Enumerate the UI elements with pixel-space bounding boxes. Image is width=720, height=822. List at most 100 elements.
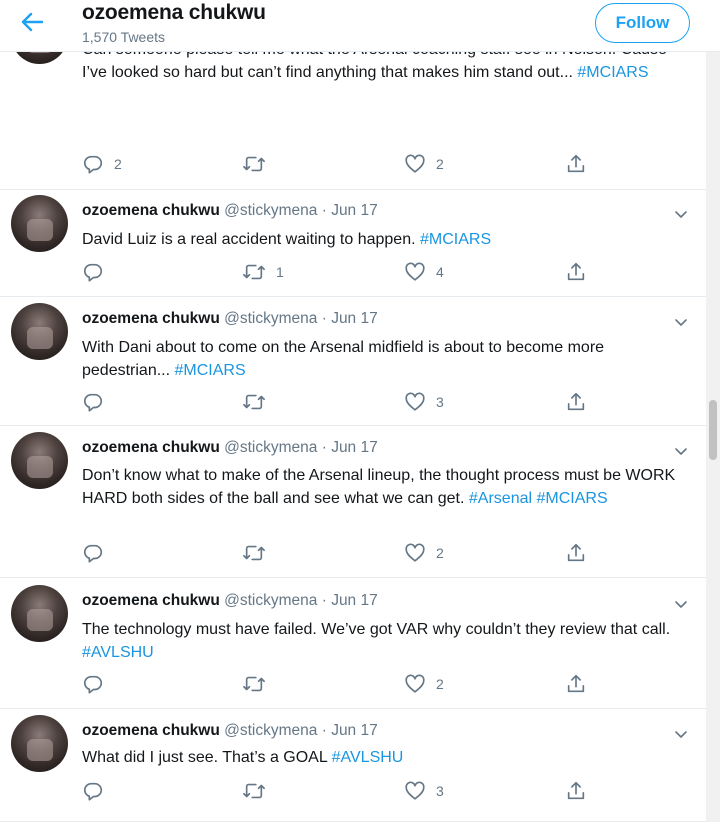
share-button[interactable] xyxy=(565,541,587,565)
hashtag-link[interactable]: #MCIARS xyxy=(577,64,648,81)
like-count: 2 xyxy=(436,156,444,172)
like-button[interactable]: 2 xyxy=(404,541,444,565)
retweet-button[interactable] xyxy=(242,779,276,803)
hashtag-link[interactable]: #AVLSHU xyxy=(332,749,404,766)
reply-button[interactable] xyxy=(82,779,114,803)
avatar[interactable] xyxy=(11,715,68,772)
tweet-item[interactable]: ozoemena chukwu @stickymena · Jun 17 With… xyxy=(0,297,706,426)
tweet-item[interactable]: ozoemena chukwu @stickymena · Jun 17 The … xyxy=(0,578,706,709)
heart-icon xyxy=(404,391,426,413)
retweet-button[interactable] xyxy=(242,541,276,565)
author-name[interactable]: ozoemena chukwu xyxy=(82,310,220,327)
hashtag-link[interactable]: #Arsenal xyxy=(469,490,532,507)
share-button[interactable] xyxy=(565,390,587,414)
avatar[interactable] xyxy=(11,585,68,642)
hashtag-link[interactable]: #MCIARS xyxy=(420,231,491,248)
like-button[interactable]: 2 xyxy=(404,152,444,176)
retweet-button[interactable] xyxy=(242,390,276,414)
retweet-button[interactable]: 1 xyxy=(242,260,284,284)
reply-button[interactable] xyxy=(82,672,114,696)
tweet-actions: 3 xyxy=(82,390,602,414)
tweet-count: 1,570 Tweets xyxy=(82,29,166,45)
author-name[interactable]: ozoemena chukwu xyxy=(82,592,220,609)
tweet-date[interactable]: Jun 17 xyxy=(331,439,378,456)
author-name[interactable]: ozoemena chukwu xyxy=(82,202,220,219)
share-button[interactable] xyxy=(565,779,587,803)
like-count: 3 xyxy=(436,394,444,410)
chevron-down-icon[interactable] xyxy=(672,313,690,331)
tweet-actions: 2 xyxy=(82,541,602,565)
share-icon xyxy=(565,542,587,564)
avatar[interactable] xyxy=(11,432,68,489)
scrollbar[interactable] xyxy=(706,0,720,822)
like-button[interactable]: 2 xyxy=(404,672,444,696)
author-handle[interactable]: @stickymena xyxy=(224,439,317,456)
share-button[interactable] xyxy=(565,672,587,696)
tweet-date[interactable]: Jun 17 xyxy=(331,592,378,609)
tweet-text-segment: With Dani about to come on the Arsenal m… xyxy=(82,339,605,379)
retweet-icon xyxy=(242,542,266,564)
heart-icon xyxy=(404,780,426,802)
retweet-icon xyxy=(242,673,266,695)
heart-icon xyxy=(404,673,426,695)
reply-button[interactable] xyxy=(82,541,114,565)
author-name[interactable]: ozoemena chukwu xyxy=(82,439,220,456)
reply-icon xyxy=(82,261,104,283)
like-button[interactable]: 4 xyxy=(404,260,444,284)
tweet-text-segment: What did I just see. That’s a GOAL xyxy=(82,749,332,766)
tweet-actions: 14 xyxy=(82,260,602,284)
reply-button[interactable] xyxy=(82,390,114,414)
tweet-actions: 3 xyxy=(82,779,602,803)
tweet-item[interactable]: ozoemena chukwu @stickymena · Jun 17Can … xyxy=(0,7,706,190)
like-button[interactable]: 3 xyxy=(404,390,444,414)
reply-icon xyxy=(82,673,104,695)
author-name[interactable]: ozoemena chukwu xyxy=(82,722,220,739)
author-handle[interactable]: @stickymena xyxy=(224,202,317,219)
tweet-date[interactable]: Jun 17 xyxy=(331,310,378,327)
tweet-text: Don’t know what to make of the Arsenal l… xyxy=(82,464,692,510)
tweet-actions: 22 xyxy=(82,152,602,176)
share-icon xyxy=(565,780,587,802)
like-button[interactable]: 3 xyxy=(404,779,444,803)
scrollbar-thumb[interactable] xyxy=(709,400,717,460)
author-handle[interactable]: @stickymena xyxy=(224,592,317,609)
tweet-text: The technology must have failed. We’ve g… xyxy=(82,618,692,664)
separator-dot: · xyxy=(321,722,327,739)
follow-button[interactable]: Follow xyxy=(595,3,690,43)
reply-icon xyxy=(82,391,104,413)
reply-button[interactable] xyxy=(82,260,114,284)
avatar[interactable] xyxy=(11,303,68,360)
retweet-button[interactable] xyxy=(242,672,276,696)
separator-dot: · xyxy=(321,592,327,609)
reply-count: 2 xyxy=(114,156,122,172)
chevron-down-icon[interactable] xyxy=(672,205,690,223)
chevron-down-icon[interactable] xyxy=(672,595,690,613)
tweet-date[interactable]: Jun 17 xyxy=(331,722,378,739)
heart-icon xyxy=(404,261,426,283)
retweet-icon xyxy=(242,391,266,413)
author-handle[interactable]: @stickymena xyxy=(224,722,317,739)
tweet-item[interactable]: ozoemena chukwu @stickymena · Jun 17 Davi… xyxy=(0,190,706,297)
profile-header: ozoemena chukwu 1,570 Tweets Follow xyxy=(0,0,720,52)
share-button[interactable] xyxy=(565,152,587,176)
separator-dot: · xyxy=(321,202,327,219)
like-count: 2 xyxy=(436,545,444,561)
tweet-item[interactable]: ozoemena chukwu @stickymena · Jun 17 Don’… xyxy=(0,426,706,578)
tweet-date[interactable]: Jun 17 xyxy=(331,202,378,219)
share-icon xyxy=(565,261,587,283)
hashtag-link[interactable]: #AVLSHU xyxy=(82,644,154,661)
tweet-meta: ozoemena chukwu @stickymena · Jun 17 xyxy=(82,439,378,457)
avatar[interactable] xyxy=(11,195,68,252)
chevron-down-icon[interactable] xyxy=(672,442,690,460)
tweet-item[interactable]: ozoemena chukwu @stickymena · Jun 17 What… xyxy=(0,709,706,822)
retweet-button[interactable] xyxy=(242,152,276,176)
share-button[interactable] xyxy=(565,260,587,284)
tweet-text: David Luiz is a real accident waiting to… xyxy=(82,228,692,251)
author-handle[interactable]: @stickymena xyxy=(224,310,317,327)
hashtag-link[interactable]: #MCIARS xyxy=(537,490,608,507)
back-button[interactable] xyxy=(14,8,50,40)
hashtag-link[interactable]: #MCIARS xyxy=(175,362,246,379)
retweet-icon xyxy=(242,780,266,802)
chevron-down-icon[interactable] xyxy=(672,725,690,743)
reply-button[interactable]: 2 xyxy=(82,152,122,176)
